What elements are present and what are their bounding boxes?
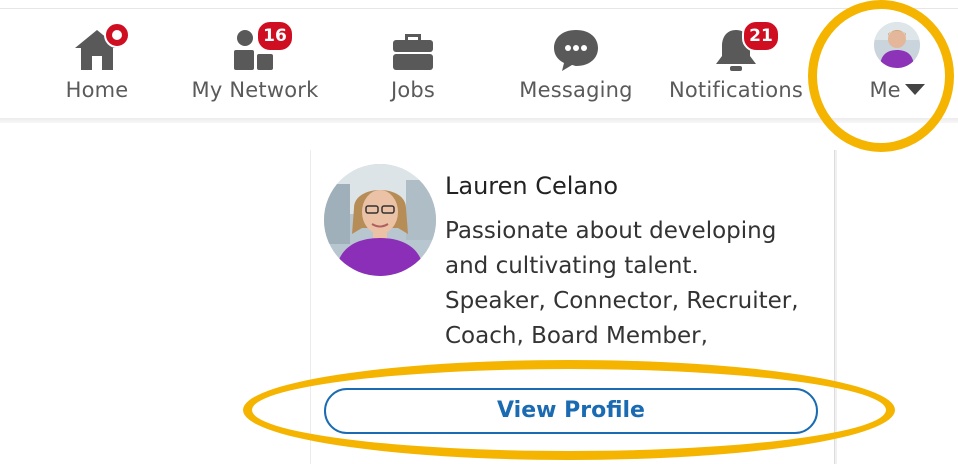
briefcase-icon xyxy=(393,34,433,70)
profile-headline: Passionate about developing and cultivat… xyxy=(445,214,833,354)
chat-bubble-icon xyxy=(554,30,598,71)
nav-label-my-network: My Network xyxy=(191,78,319,102)
nav-label-notifications: Notifications xyxy=(668,78,804,102)
profile-photo-small xyxy=(874,22,920,68)
profile-name: Lauren Celano xyxy=(445,172,619,200)
nav-label-messaging: Messaging xyxy=(519,78,633,102)
nav-label-me: Me xyxy=(869,78,901,102)
headline-fade xyxy=(440,342,834,366)
linkedin-screenshot: Home 16 My Network Jobs Messaging 21 Not… xyxy=(0,0,958,464)
avatar xyxy=(874,22,920,68)
headline-line: Speaker, Connector, Recruiter, xyxy=(445,288,799,314)
nav-item-home[interactable]: Home xyxy=(50,18,144,108)
home-notification-dot xyxy=(104,22,130,48)
nav-item-messaging[interactable]: Messaging xyxy=(512,18,640,108)
nav-item-me[interactable]: Me xyxy=(852,18,942,108)
headline-line: and cultivating talent. xyxy=(445,253,699,279)
nav-item-jobs[interactable]: Jobs xyxy=(368,18,458,108)
dropdown-border xyxy=(834,150,835,464)
profile-photo-image xyxy=(324,164,436,276)
caret-down-icon xyxy=(904,84,925,95)
headline-line: Passionate about developing xyxy=(445,218,777,244)
view-profile-button[interactable]: View Profile xyxy=(324,388,818,434)
nav-bottom-divider xyxy=(0,118,958,123)
nav-top-divider xyxy=(0,8,958,9)
nav-label-home: Home xyxy=(65,78,129,102)
profile-photo-large[interactable] xyxy=(324,164,436,276)
notifications-badge: 21 xyxy=(742,20,780,52)
nav-label-jobs: Jobs xyxy=(390,78,436,102)
nav-item-my-network[interactable]: 16 My Network xyxy=(186,18,324,108)
global-nav: Home 16 My Network Jobs Messaging 21 Not… xyxy=(0,0,958,123)
nav-item-notifications[interactable]: 21 Notifications xyxy=(664,18,808,108)
me-menu-trigger[interactable]: Me xyxy=(852,78,942,102)
network-badge: 16 xyxy=(256,20,294,52)
